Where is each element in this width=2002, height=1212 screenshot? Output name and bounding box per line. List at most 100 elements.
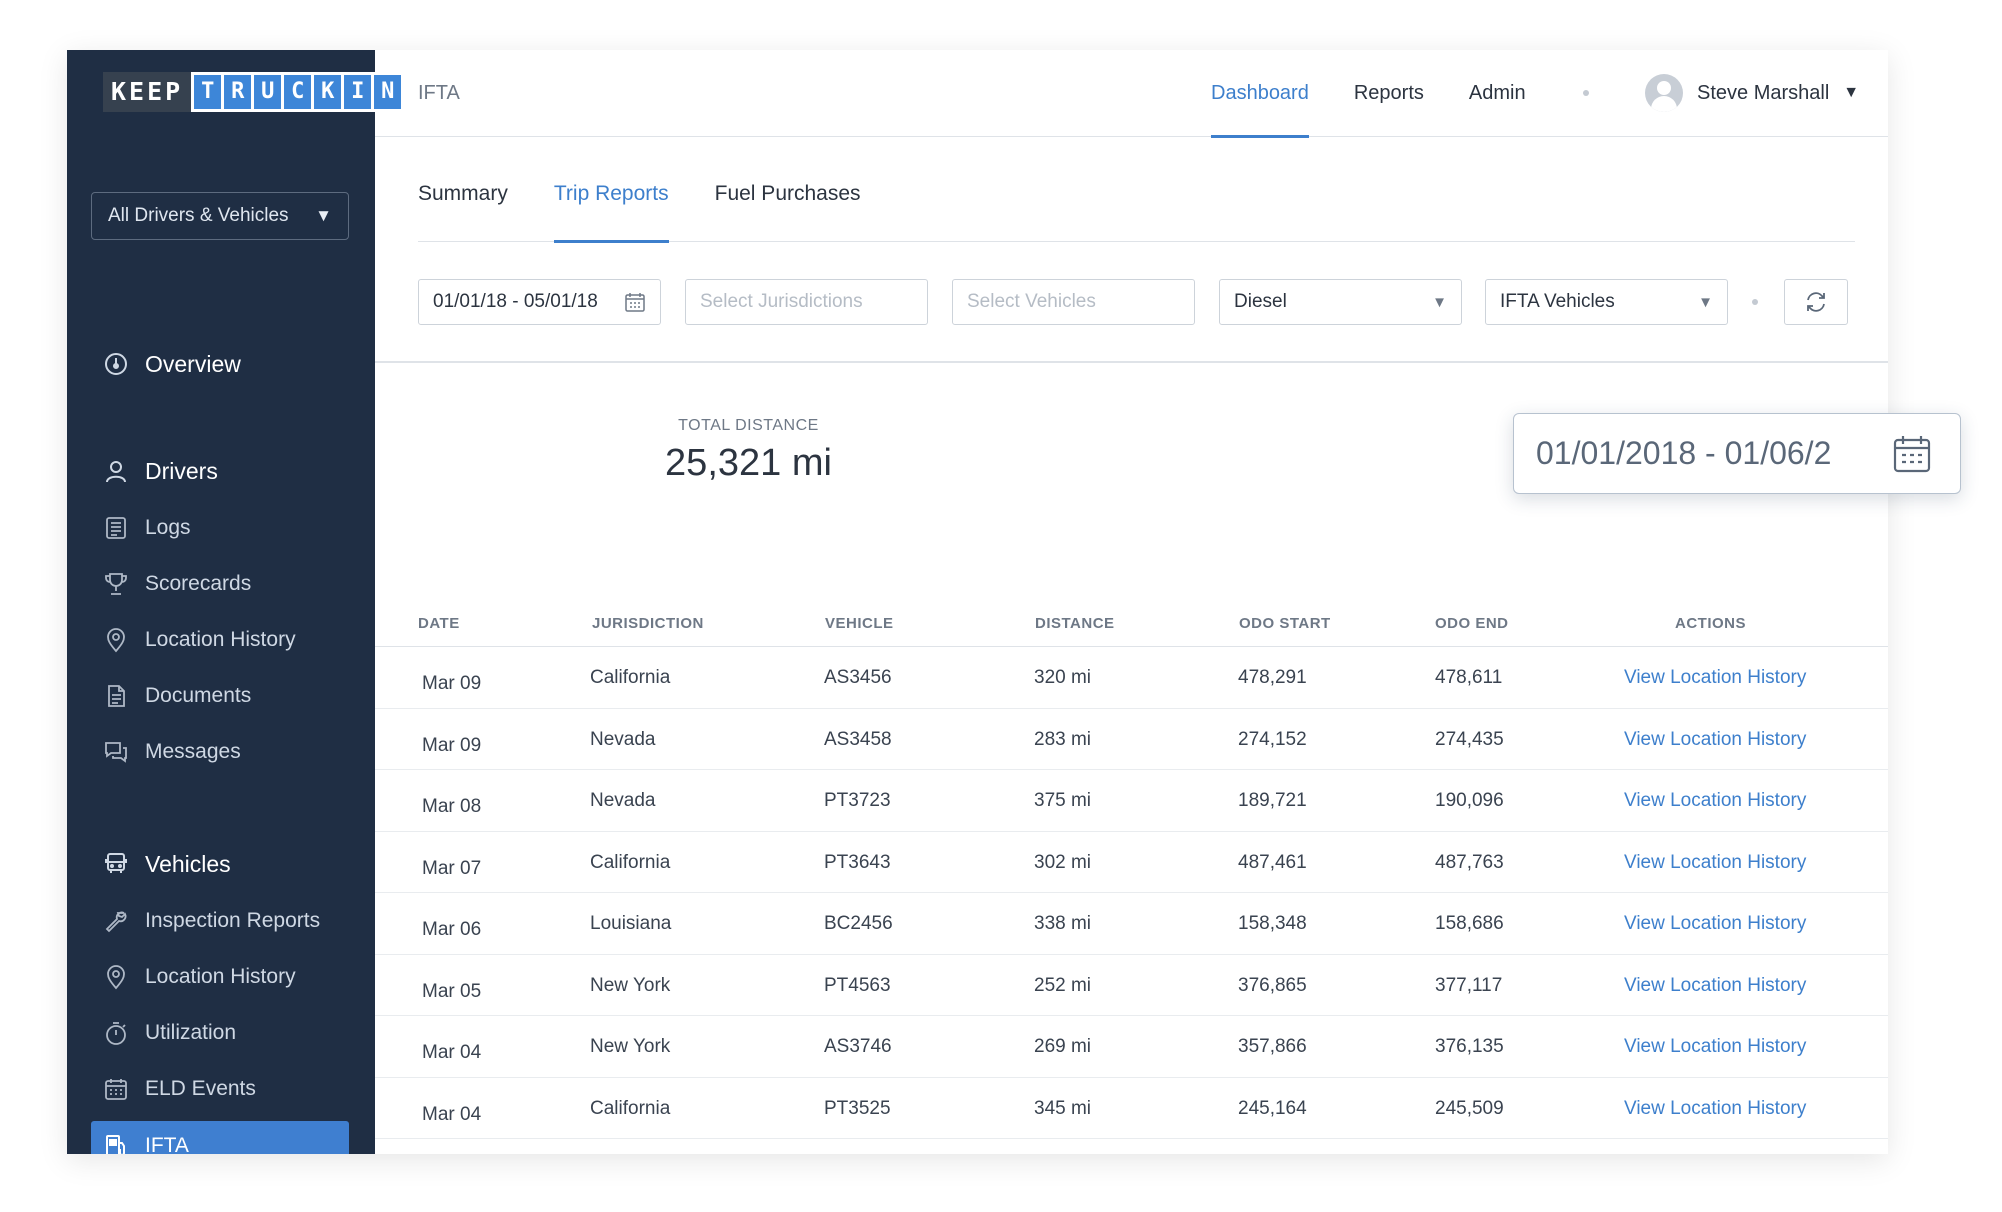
logo-letter: K xyxy=(314,75,342,109)
cell-vehicle: AS3746 xyxy=(824,1036,892,1057)
table-header: DATE JURISDICTION VEHICLE DISTANCE ODO S… xyxy=(375,599,1888,647)
sidebar-item-vehicle-location-history[interactable]: Location History xyxy=(91,953,349,1001)
column-header-odo-end[interactable]: ODO END xyxy=(1435,615,1509,632)
cell-odo-end: 245,509 xyxy=(1435,1097,1504,1119)
refresh-button[interactable] xyxy=(1784,279,1848,325)
view-location-history-link[interactable]: View Location History xyxy=(1624,913,1806,935)
app-window: KEEP T R U C K I N All Drivers & Vehicle… xyxy=(67,50,1888,1154)
logo-letter: C xyxy=(284,75,312,109)
view-location-history-link[interactable]: View Location History xyxy=(1624,975,1806,997)
tab-reports[interactable]: Reports xyxy=(1354,50,1424,137)
sidebar-item-ifta[interactable]: IFTA xyxy=(91,1121,349,1154)
separator-dot xyxy=(1752,299,1758,305)
jurisdictions-select[interactable]: Select Jurisdictions xyxy=(685,279,928,325)
sidebar-item-label: Documents xyxy=(145,684,252,707)
sidebar-item-overview[interactable]: Overview xyxy=(91,340,349,388)
column-header-actions: ACTIONS xyxy=(1675,615,1746,632)
table-row: Mar 05 New York PT4563 252 mi 376,865 377,117… xyxy=(375,955,1888,1016)
sidebar-item-scorecards[interactable]: Scorecards xyxy=(91,560,349,608)
logo-letter: T xyxy=(194,75,222,109)
view-location-history-link[interactable]: View Location History xyxy=(1624,667,1806,689)
tab-fuel-purchases[interactable]: Fuel Purchases xyxy=(715,182,861,242)
cell-jurisdiction: California xyxy=(590,667,671,688)
cell-jurisdiction: New York xyxy=(590,974,671,996)
sub-tabs: Summary Trip Reports Fuel Purchases xyxy=(418,182,1855,243)
cell-odo-start: 158,348 xyxy=(1238,913,1307,934)
cell-vehicle: PT3525 xyxy=(824,1097,891,1119)
caret-down-icon: ▼ xyxy=(1843,84,1860,101)
sidebar-item-messages[interactable]: Messages xyxy=(91,728,349,776)
column-header-odo-start[interactable]: ODO START xyxy=(1239,615,1331,632)
calendar-icon[interactable] xyxy=(1892,434,1932,474)
vehicle-group-value: IFTA Vehicles xyxy=(1500,291,1615,312)
tab-admin[interactable]: Admin xyxy=(1469,50,1526,137)
cell-jurisdiction: Nevada xyxy=(590,728,656,750)
logo-letter: R xyxy=(224,75,252,109)
cell-date: Mar 08 xyxy=(422,796,482,817)
cell-odo-end: 478,611 xyxy=(1435,667,1503,688)
cell-odo-start: 357,866 xyxy=(1238,1036,1307,1057)
sidebar-item-utilization[interactable]: Utilization xyxy=(91,1009,349,1057)
cell-odo-end: 158,686 xyxy=(1435,913,1504,934)
view-location-history-link[interactable]: View Location History xyxy=(1624,729,1806,751)
date-range-popover-input[interactable]: 01/01/2018 - 01/06/2 xyxy=(1513,413,1961,494)
tab-summary[interactable]: Summary xyxy=(418,182,508,242)
document-icon xyxy=(103,683,129,709)
cell-odo-start: 487,461 xyxy=(1238,851,1307,873)
logs-list-icon xyxy=(103,515,129,541)
fuel-type-value: Diesel xyxy=(1234,291,1287,312)
cell-odo-end: 487,763 xyxy=(1435,851,1504,873)
sidebar-item-logs[interactable]: Logs xyxy=(91,504,349,552)
vehicles-select[interactable]: Select Vehicles xyxy=(952,279,1195,325)
column-header-vehicle[interactable]: VEHICLE xyxy=(825,615,894,632)
separator-dot xyxy=(1583,90,1589,96)
view-location-history-link[interactable]: View Location History xyxy=(1624,1098,1806,1120)
vehicle-group-dropdown[interactable]: IFTA Vehicles ▼ xyxy=(1485,279,1728,325)
tab-trip-reports[interactable]: Trip Reports xyxy=(553,182,669,243)
fleet-filter-dropdown[interactable]: All Drivers & Vehicles ▼ xyxy=(91,192,349,240)
sidebar-item-label: Messages xyxy=(145,740,241,763)
tab-dashboard[interactable]: Dashboard xyxy=(1211,50,1309,138)
sidebar-item-label: Location History xyxy=(145,628,296,651)
fuel-type-dropdown[interactable]: Diesel ▼ xyxy=(1219,279,1462,325)
sidebar-item-driver-location-history[interactable]: Location History xyxy=(91,616,349,664)
cell-date: Mar 04 xyxy=(422,1103,482,1125)
keeptruckin-logo[interactable]: KEEP T R U C K I N xyxy=(103,72,405,112)
top-bar: IFTA Dashboard Reports Admin Steve Marsh… xyxy=(375,50,1888,138)
sidebar-item-documents[interactable]: Documents xyxy=(91,672,349,720)
cell-distance: 269 mi xyxy=(1034,1036,1092,1057)
logo-keep: KEEP xyxy=(103,72,192,112)
sidebar-item-vehicles[interactable]: Vehicles xyxy=(91,840,349,888)
total-distance-label: TOTAL DISTANCE xyxy=(678,417,819,434)
cell-vehicle: AS3456 xyxy=(824,667,892,688)
sidebar-item-eld-events[interactable]: ELD Events xyxy=(91,1065,349,1113)
user-name: Steve Marshall xyxy=(1697,81,1830,104)
date-range-picker[interactable]: 01/01/18 - 05/01/18 xyxy=(418,279,661,325)
sidebar-item-label: ELD Events xyxy=(145,1077,256,1100)
location-pin-icon xyxy=(103,964,129,990)
cell-date: Mar 04 xyxy=(422,1042,482,1063)
calendar-icon xyxy=(625,293,645,312)
cell-distance: 283 mi xyxy=(1034,728,1092,750)
sidebar-item-label: Vehicles xyxy=(145,850,231,877)
column-header-distance[interactable]: DISTANCE xyxy=(1035,615,1115,632)
fleet-filter-label: All Drivers & Vehicles xyxy=(108,205,289,226)
view-location-history-link[interactable]: View Location History xyxy=(1624,852,1806,874)
cell-vehicle: BC2456 xyxy=(824,913,893,934)
sidebar-item-drivers[interactable]: Drivers xyxy=(91,447,349,495)
sidebar-item-inspection-reports[interactable]: Inspection Reports xyxy=(91,897,349,945)
view-location-history-link[interactable]: View Location History xyxy=(1624,790,1806,812)
table-row: Mar 09 California AS3456 320 mi 478,291 478,6… xyxy=(375,647,1888,709)
sidebar-item-label: Inspection Reports xyxy=(145,909,321,932)
overview-gauge-icon xyxy=(103,351,129,377)
column-header-jurisdiction[interactable]: JURISDICTION xyxy=(592,615,704,632)
column-header-date[interactable]: DATE xyxy=(418,615,460,632)
view-location-history-link[interactable]: View Location History xyxy=(1624,1036,1806,1058)
cell-jurisdiction: California xyxy=(590,1097,671,1119)
cell-distance: 375 mi xyxy=(1034,790,1092,811)
trip-reports-table: DATE JURISDICTION VEHICLE DISTANCE ODO S… xyxy=(375,599,1888,1154)
user-menu[interactable]: Steve Marshall ▼ xyxy=(1645,71,1859,115)
vehicles-placeholder: Select Vehicles xyxy=(967,291,1096,312)
cell-odo-start: 376,865 xyxy=(1238,974,1307,996)
main-content: IFTA Dashboard Reports Admin Steve Marsh… xyxy=(375,50,1888,1154)
